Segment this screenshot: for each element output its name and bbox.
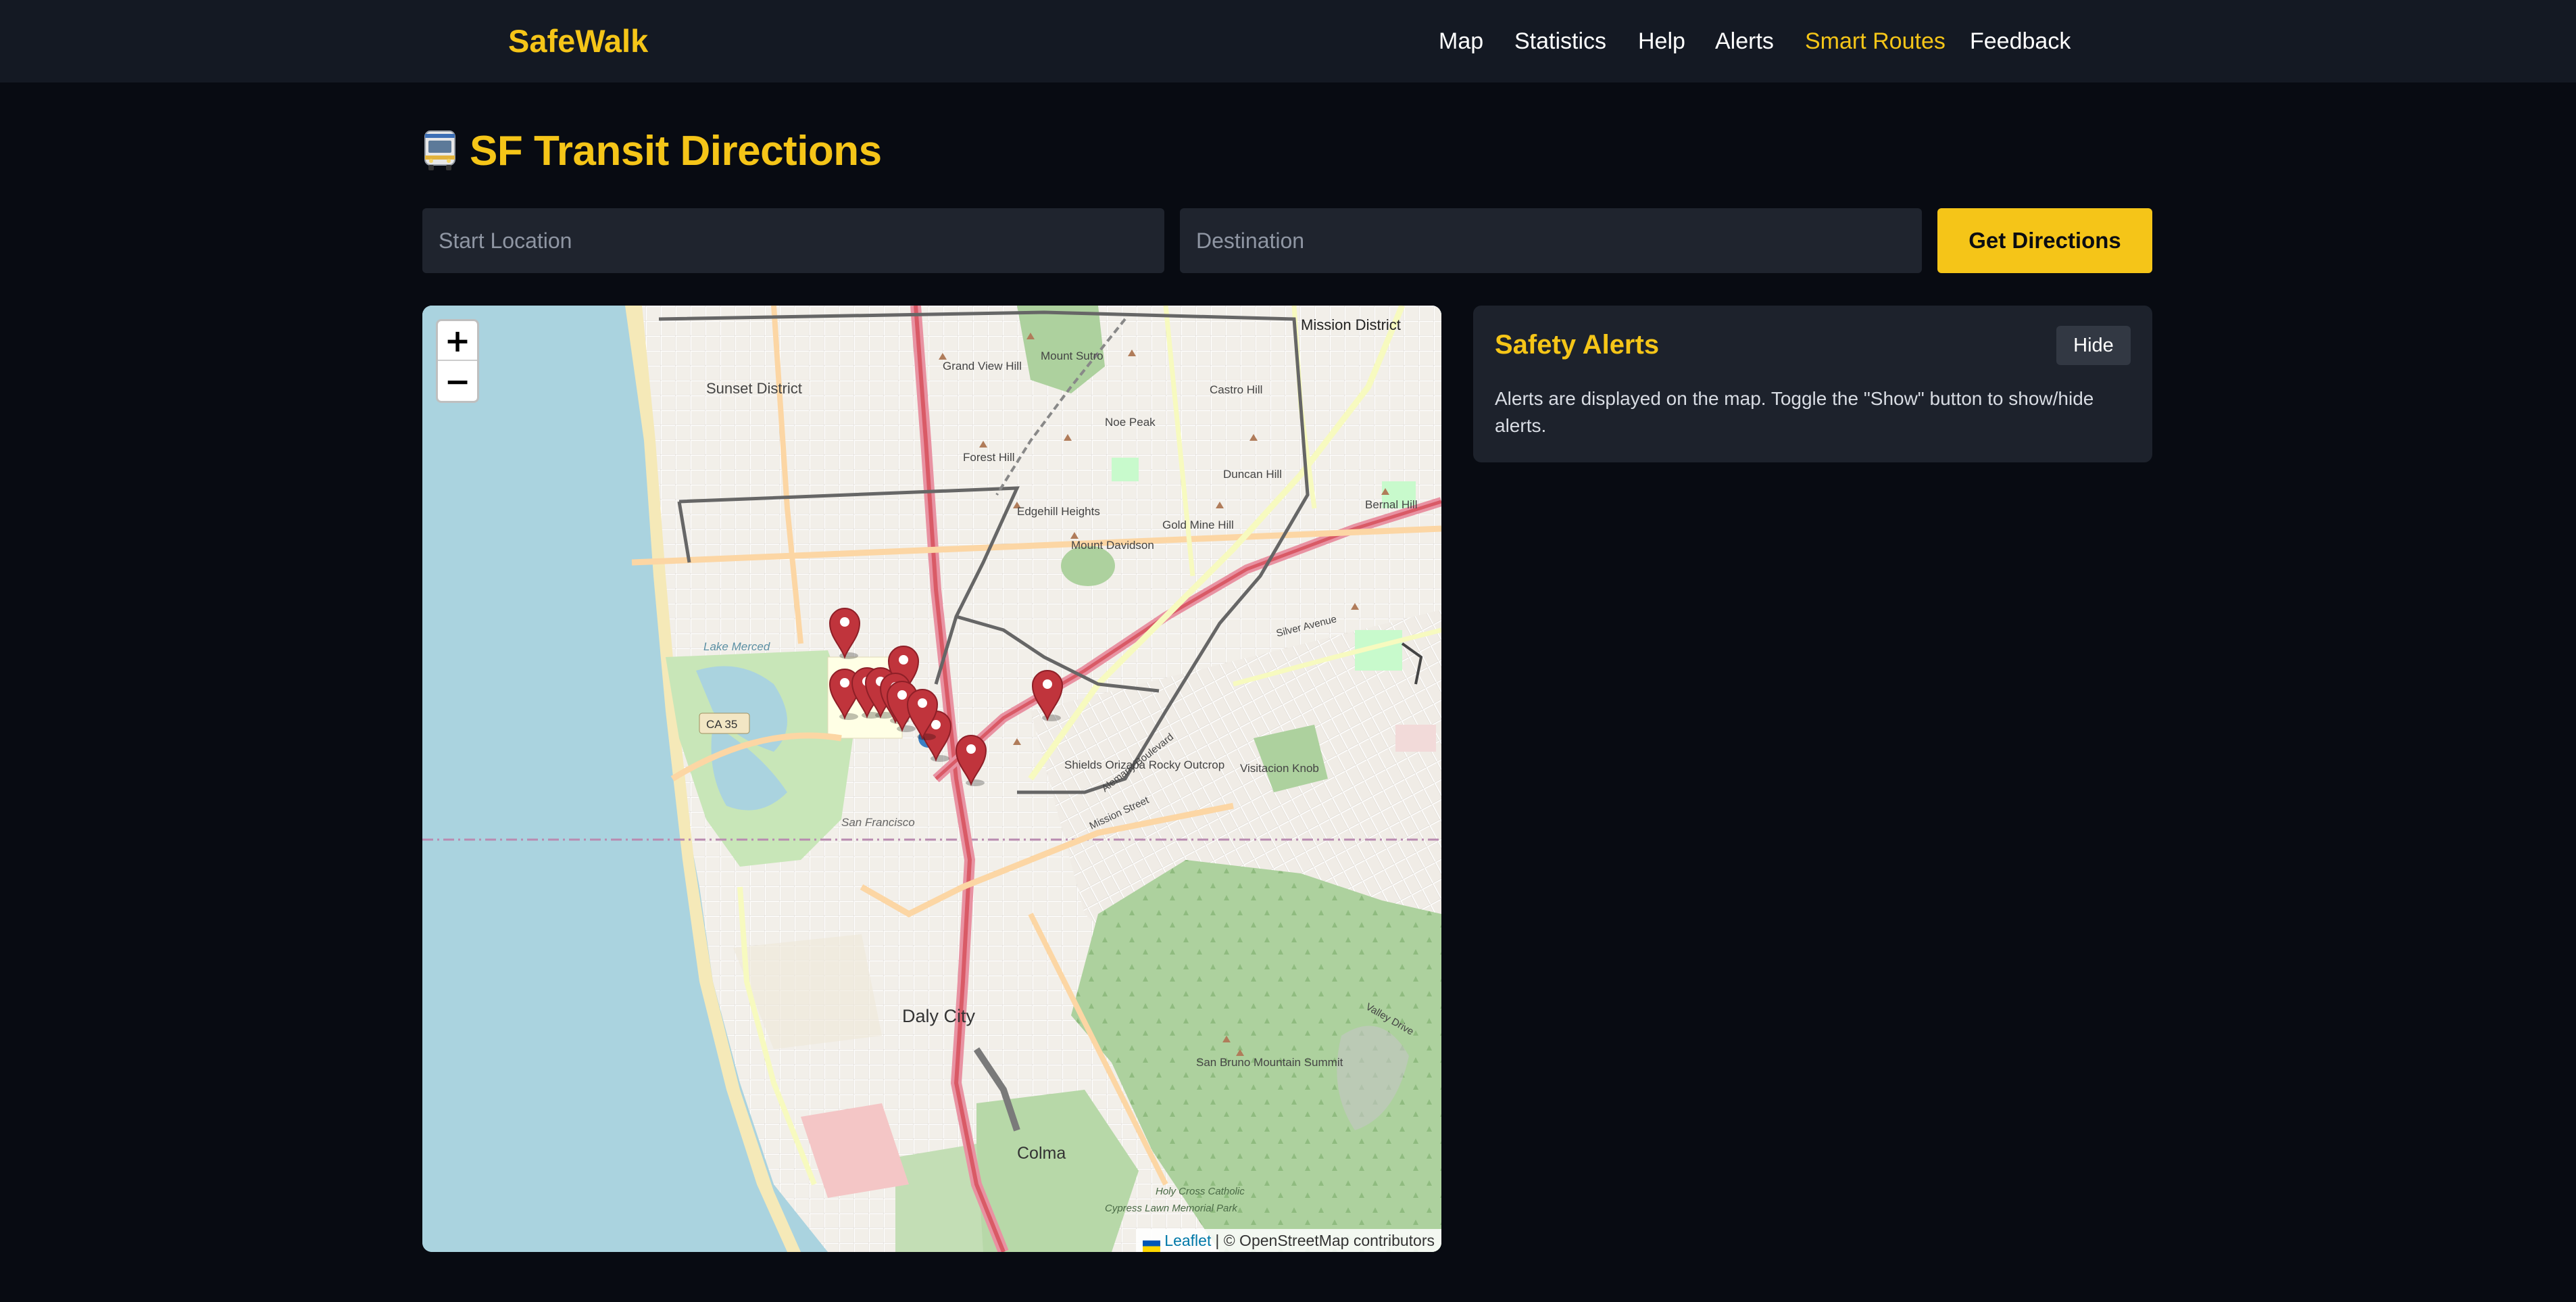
- start-location-input[interactable]: [422, 208, 1164, 273]
- map-label-sunset: Sunset District: [706, 380, 802, 397]
- page-title: SF Transit Directions: [422, 123, 882, 178]
- map-label-daly-city: Daly City: [902, 1006, 976, 1026]
- zoom-control: + −: [436, 319, 479, 403]
- map-label-mission: Mission District: [1301, 316, 1401, 333]
- map-label-gold-mine: Gold Mine Hill: [1162, 519, 1234, 531]
- map-label-cypress: Cypress Lawn Memorial Park: [1105, 1203, 1238, 1214]
- map-label-grand-view: Grand View Hill: [943, 360, 1022, 372]
- map-label-duncan-hill: Duncan Hill: [1223, 468, 1282, 481]
- map-label-holy-cross: Holy Cross Catholic: [1156, 1186, 1245, 1197]
- nav-links: Map Statistics Help Alerts Smart Routes …: [0, 23, 2576, 61]
- nav-item-statistics[interactable]: Statistics: [1514, 23, 1606, 59]
- nav-item-map[interactable]: Map: [1439, 23, 1483, 59]
- map-label-noe-peak: Noe Peak: [1105, 416, 1156, 429]
- safety-alerts-panel: Safety Alerts Hide Alerts are displayed …: [1473, 306, 2152, 462]
- osm-attribution-text: | © OpenStreetMap contributors: [1215, 1232, 1435, 1249]
- map-label-visitacion: Visitacion Knob: [1240, 762, 1319, 775]
- map-label-mount-davidson: Mount Davidson: [1071, 539, 1154, 552]
- ca35-shield: CA 35: [699, 713, 750, 734]
- navbar: SafeWalk Map Statistics Help Alerts Smar…: [0, 0, 2576, 82]
- map-attribution: Leaflet | © OpenStreetMap contributors: [1136, 1229, 1441, 1252]
- safety-alerts-title: Safety Alerts: [1495, 330, 1660, 360]
- map-label-ca35: CA 35: [706, 718, 737, 731]
- nav-item-help[interactable]: Help: [1638, 23, 1685, 59]
- nav-item-feedback[interactable]: Feedback: [1970, 23, 2071, 59]
- map-label-lake-merced: Lake Merced: [703, 640, 770, 653]
- map-label-san-francisco: San Francisco: [841, 816, 915, 829]
- map-label-san-bruno: San Bruno Mountain Summit: [1196, 1056, 1343, 1069]
- zoom-in-button[interactable]: +: [438, 321, 477, 361]
- zoom-out-button[interactable]: −: [438, 361, 477, 401]
- nav-item-alerts[interactable]: Alerts: [1715, 23, 1774, 59]
- map-label-edgehill: Edgehill Heights: [1017, 505, 1100, 518]
- destination-input[interactable]: [1180, 208, 1922, 273]
- map-label-castro-hill: Castro Hill: [1210, 383, 1262, 396]
- page-title-text: SF Transit Directions: [470, 127, 882, 174]
- map-label-bernal: Bernal Hill: [1365, 498, 1417, 511]
- map[interactable]: Sunset District Mission District Lake Me…: [422, 306, 1441, 1252]
- ukraine-flag-icon: [1143, 1235, 1161, 1252]
- leaflet-link[interactable]: Leaflet: [1164, 1229, 1211, 1252]
- safety-alerts-description: Alerts are displayed on the map. Toggle …: [1495, 388, 2094, 436]
- map-label-forest-hill: Forest Hill: [963, 451, 1015, 464]
- map-tiles[interactable]: Sunset District Mission District Lake Me…: [422, 306, 1441, 1252]
- get-directions-button[interactable]: Get Directions: [1937, 208, 2152, 273]
- map-label-colma: Colma: [1017, 1144, 1066, 1163]
- nav-item-smart-routes[interactable]: Smart Routes: [1805, 23, 1946, 59]
- toggle-alerts-button[interactable]: Hide: [2056, 326, 2131, 365]
- bus-icon: [422, 130, 457, 172]
- map-label-mount-sutro: Mount Sutro: [1041, 349, 1104, 362]
